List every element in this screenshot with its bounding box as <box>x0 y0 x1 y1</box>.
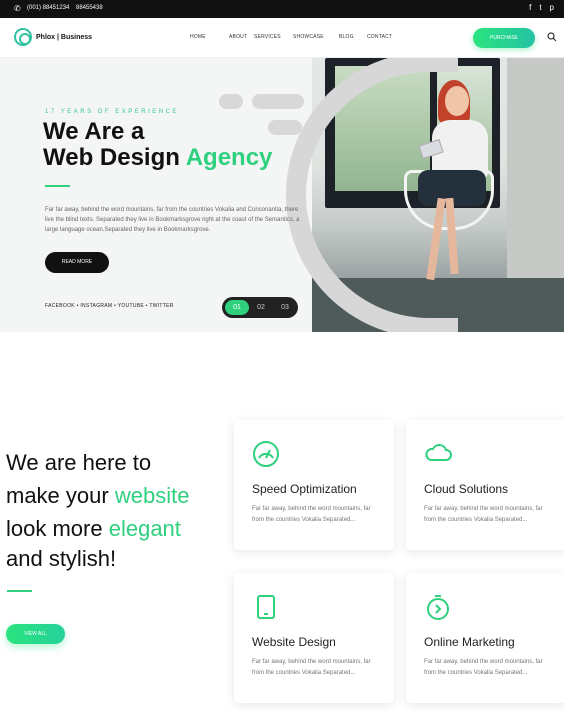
slide-dot-1[interactable]: 01 <box>225 300 249 315</box>
hero-description: Far far away, behind the word mountains,… <box>45 207 300 233</box>
view-all-button[interactable]: VIEW ALL <box>6 624 65 644</box>
concrete-wall <box>507 58 564 282</box>
menu-item-showcase[interactable]: SHOWCASE <box>293 34 339 40</box>
decorative-pill <box>252 94 304 109</box>
intro-line-4: and stylish! <box>6 546 117 571</box>
cloud-icon <box>425 444 452 461</box>
service-description: Far far away, behind the word mountains,… <box>424 506 543 523</box>
service-card-marketing[interactable]: Online Marketing Far far away, behind th… <box>406 573 564 703</box>
slide-dot-3[interactable]: 03 <box>273 300 297 315</box>
top-social-links: f t p <box>529 3 554 12</box>
service-description: Far far away, behind the word mountains,… <box>252 659 371 676</box>
intro-line-3-accent: elegant <box>108 516 181 541</box>
mobile-icon <box>257 595 275 619</box>
menu-item-blog[interactable]: BLOG <box>339 34 367 40</box>
pinterest-icon[interactable]: p <box>550 3 554 12</box>
intro-line-3-plain: look more <box>6 516 103 541</box>
purchase-button[interactable]: PURCHASE <box>473 28 535 48</box>
intro-line-1: We are here to <box>6 450 152 475</box>
hero-social-links[interactable]: FACEBOOK • INSTAGRAM • YOUTUBE • TWITTER <box>45 303 174 309</box>
hero-title-line1: We Are a <box>43 118 145 145</box>
services-section: We are here to make your website look mo… <box>0 332 564 717</box>
menu-item-home[interactable]: HOME <box>190 34 229 40</box>
intro-line-2: make your website <box>6 483 189 509</box>
intro-line-3: look more elegant <box>6 516 181 542</box>
slide-pagination: 01 02 03 <box>222 297 298 318</box>
twitter-icon[interactable]: t <box>539 3 541 12</box>
hero-title-plain: Web Design <box>43 144 180 171</box>
hero-eyebrow: 17 YEARS OF EXPERIENCE <box>45 109 179 115</box>
slide-dot-2[interactable]: 02 <box>249 300 273 315</box>
decorative-pill <box>268 120 302 135</box>
menu: HOME ABOUT SERVICES SHOWCASE BLOG CONTAC… <box>190 34 397 40</box>
service-card-speed[interactable]: Speed Optimization Far far away, behind … <box>234 420 394 550</box>
intro-divider <box>7 590 32 592</box>
service-title: Speed Optimization <box>252 482 357 496</box>
intro-line-2-plain: make your <box>6 483 109 508</box>
stopwatch-icon <box>427 595 449 620</box>
logo-text: Phlox | Business <box>36 33 93 41</box>
service-title: Website Design <box>252 635 336 649</box>
menu-item-contact[interactable]: CONTACT <box>367 34 397 40</box>
top-bar: ✆ (001) 88451234 88455438 f t p <box>0 0 564 18</box>
service-description: Far far away, behind the word mountains,… <box>424 659 543 676</box>
main-navigation: Phlox | Business HOME ABOUT SERVICES SHO… <box>0 18 564 58</box>
site-logo[interactable]: Phlox | Business <box>14 28 92 46</box>
decorative-pill <box>219 94 243 109</box>
speedometer-icon <box>253 441 279 467</box>
service-title: Online Marketing <box>424 635 515 649</box>
service-card-design[interactable]: Website Design Far far away, behind the … <box>234 573 394 703</box>
phone-number-secondary[interactable]: 88455438 <box>76 5 103 11</box>
search-icon[interactable] <box>547 32 557 42</box>
hero-section: 17 YEARS OF EXPERIENCE We Are a Web Desi… <box>0 58 564 332</box>
menu-item-about[interactable]: ABOUT <box>229 34 254 40</box>
service-card-cloud[interactable]: Cloud Solutions Far far away, behind the… <box>406 420 564 550</box>
phone-number-primary[interactable]: (001) 88451234 <box>27 5 69 11</box>
menu-item-services[interactable]: SERVICES <box>254 34 293 40</box>
phone-icon: ✆ <box>14 4 21 13</box>
hero-title-line2: Web Design Agency <box>43 144 272 172</box>
service-title: Cloud Solutions <box>424 482 509 496</box>
facebook-icon[interactable]: f <box>529 3 531 12</box>
intro-line-2-accent: website <box>114 483 190 508</box>
read-more-button[interactable]: READ MORE <box>45 252 109 273</box>
logo-mark-icon <box>14 28 32 46</box>
hero-title-accent: Agency <box>185 144 273 171</box>
hero-divider <box>45 185 70 187</box>
service-description: Far far away, behind the word mountains,… <box>252 506 371 523</box>
